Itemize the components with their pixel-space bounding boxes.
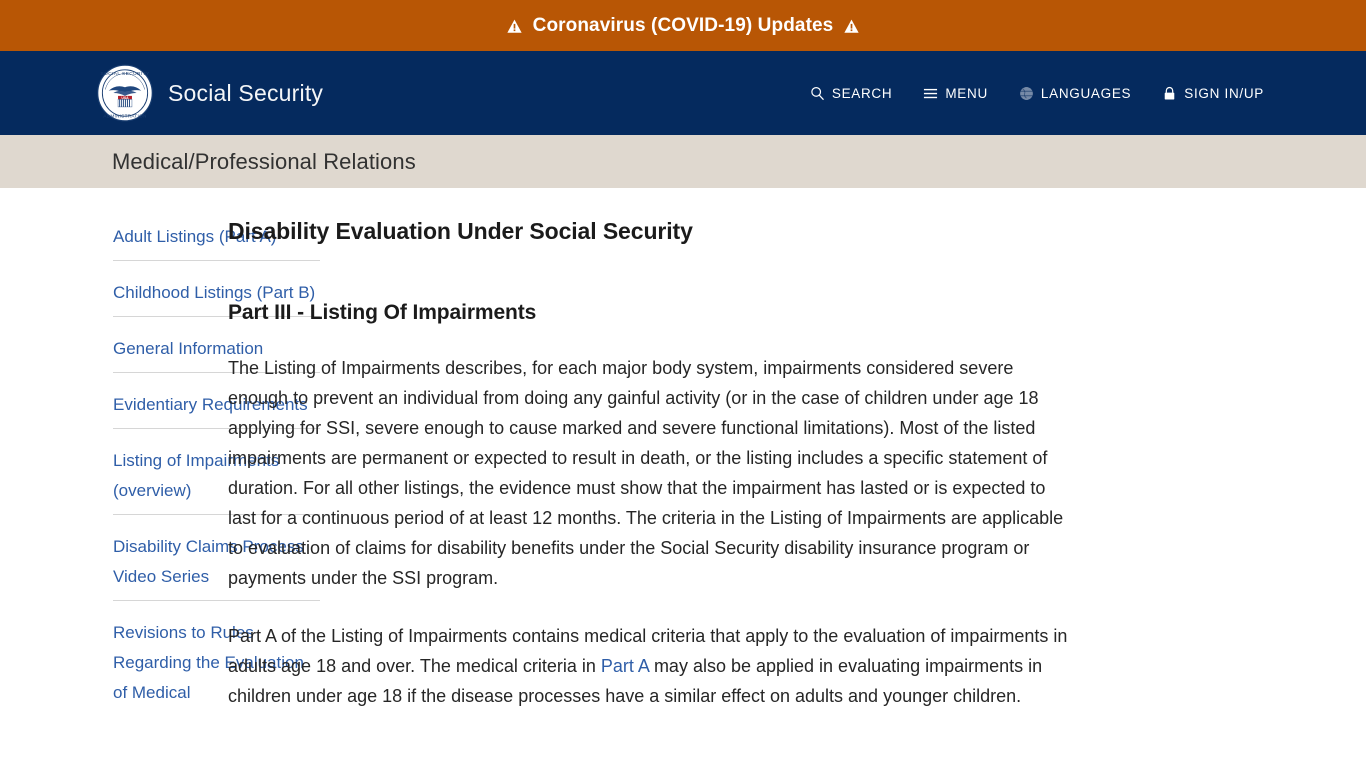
warning-triangle-icon bbox=[844, 18, 859, 33]
nav-sign-in-up-label: SIGN IN/UP bbox=[1184, 85, 1264, 101]
site-masthead: SOCIAL SECURITY ADMINISTRATION USA Socia… bbox=[0, 51, 1366, 135]
paragraph-listing-description: The Listing of Impairments describes, fo… bbox=[228, 358, 1064, 588]
nav-search-button[interactable]: SEARCH bbox=[810, 86, 892, 101]
nav-languages-button[interactable]: LANGUAGES bbox=[1018, 85, 1132, 101]
covid-alert-banner: Coronavirus (COVID-19) Updates bbox=[0, 0, 1366, 51]
hamburger-menu-icon bbox=[923, 86, 938, 101]
page-title: Disability Evaluation Under Social Secur… bbox=[228, 218, 693, 244]
ssa-seal-icon: SOCIAL SECURITY ADMINISTRATION USA bbox=[96, 64, 154, 122]
site-logo-link[interactable]: SOCIAL SECURITY ADMINISTRATION USA Socia… bbox=[96, 64, 323, 122]
svg-text:SOCIAL SECURITY: SOCIAL SECURITY bbox=[100, 71, 150, 77]
nav-menu-button[interactable]: MENU bbox=[923, 86, 988, 101]
main-content: Disability Evaluation Under Social Secur… bbox=[228, 188, 1133, 768]
covid-banner-text: Coronavirus (COVID-19) Updates bbox=[532, 14, 834, 36]
page-body: Adult Listings (Part A) Childhood Listin… bbox=[0, 188, 1366, 768]
globe-icon bbox=[1018, 86, 1034, 101]
search-icon bbox=[810, 86, 825, 101]
sidebar-navigation: Adult Listings (Part A) Childhood Listin… bbox=[0, 188, 320, 768]
part-a-link[interactable]: Part A bbox=[601, 656, 649, 676]
nav-sign-in-up-button[interactable]: SIGN IN/UP bbox=[1162, 86, 1264, 101]
section-header-bar: Medical/Professional Relations bbox=[0, 135, 1366, 188]
brand-name: Social Security bbox=[168, 79, 324, 106]
utility-navigation: SEARCH MENU LANGUAGES SIGN IN/UP bbox=[810, 86, 1264, 101]
svg-text:ADMINISTRATION: ADMINISTRATION bbox=[103, 113, 146, 118]
lock-icon bbox=[1162, 86, 1177, 101]
covid-updates-link[interactable]: Coronavirus (COVID-19) Updates bbox=[507, 15, 860, 37]
section-title: Medical/Professional Relations bbox=[112, 148, 416, 174]
nav-languages-label: LANGUAGES bbox=[1040, 85, 1132, 101]
section-subtitle: Part III - Listing Of Impairments bbox=[228, 301, 537, 324]
paragraph-part-a-description: Part A of the Listing of Impairments con… bbox=[228, 621, 1073, 711]
nav-search-label: SEARCH bbox=[831, 85, 893, 101]
warning-triangle-icon bbox=[507, 18, 522, 33]
nav-menu-label: MENU bbox=[945, 85, 988, 101]
